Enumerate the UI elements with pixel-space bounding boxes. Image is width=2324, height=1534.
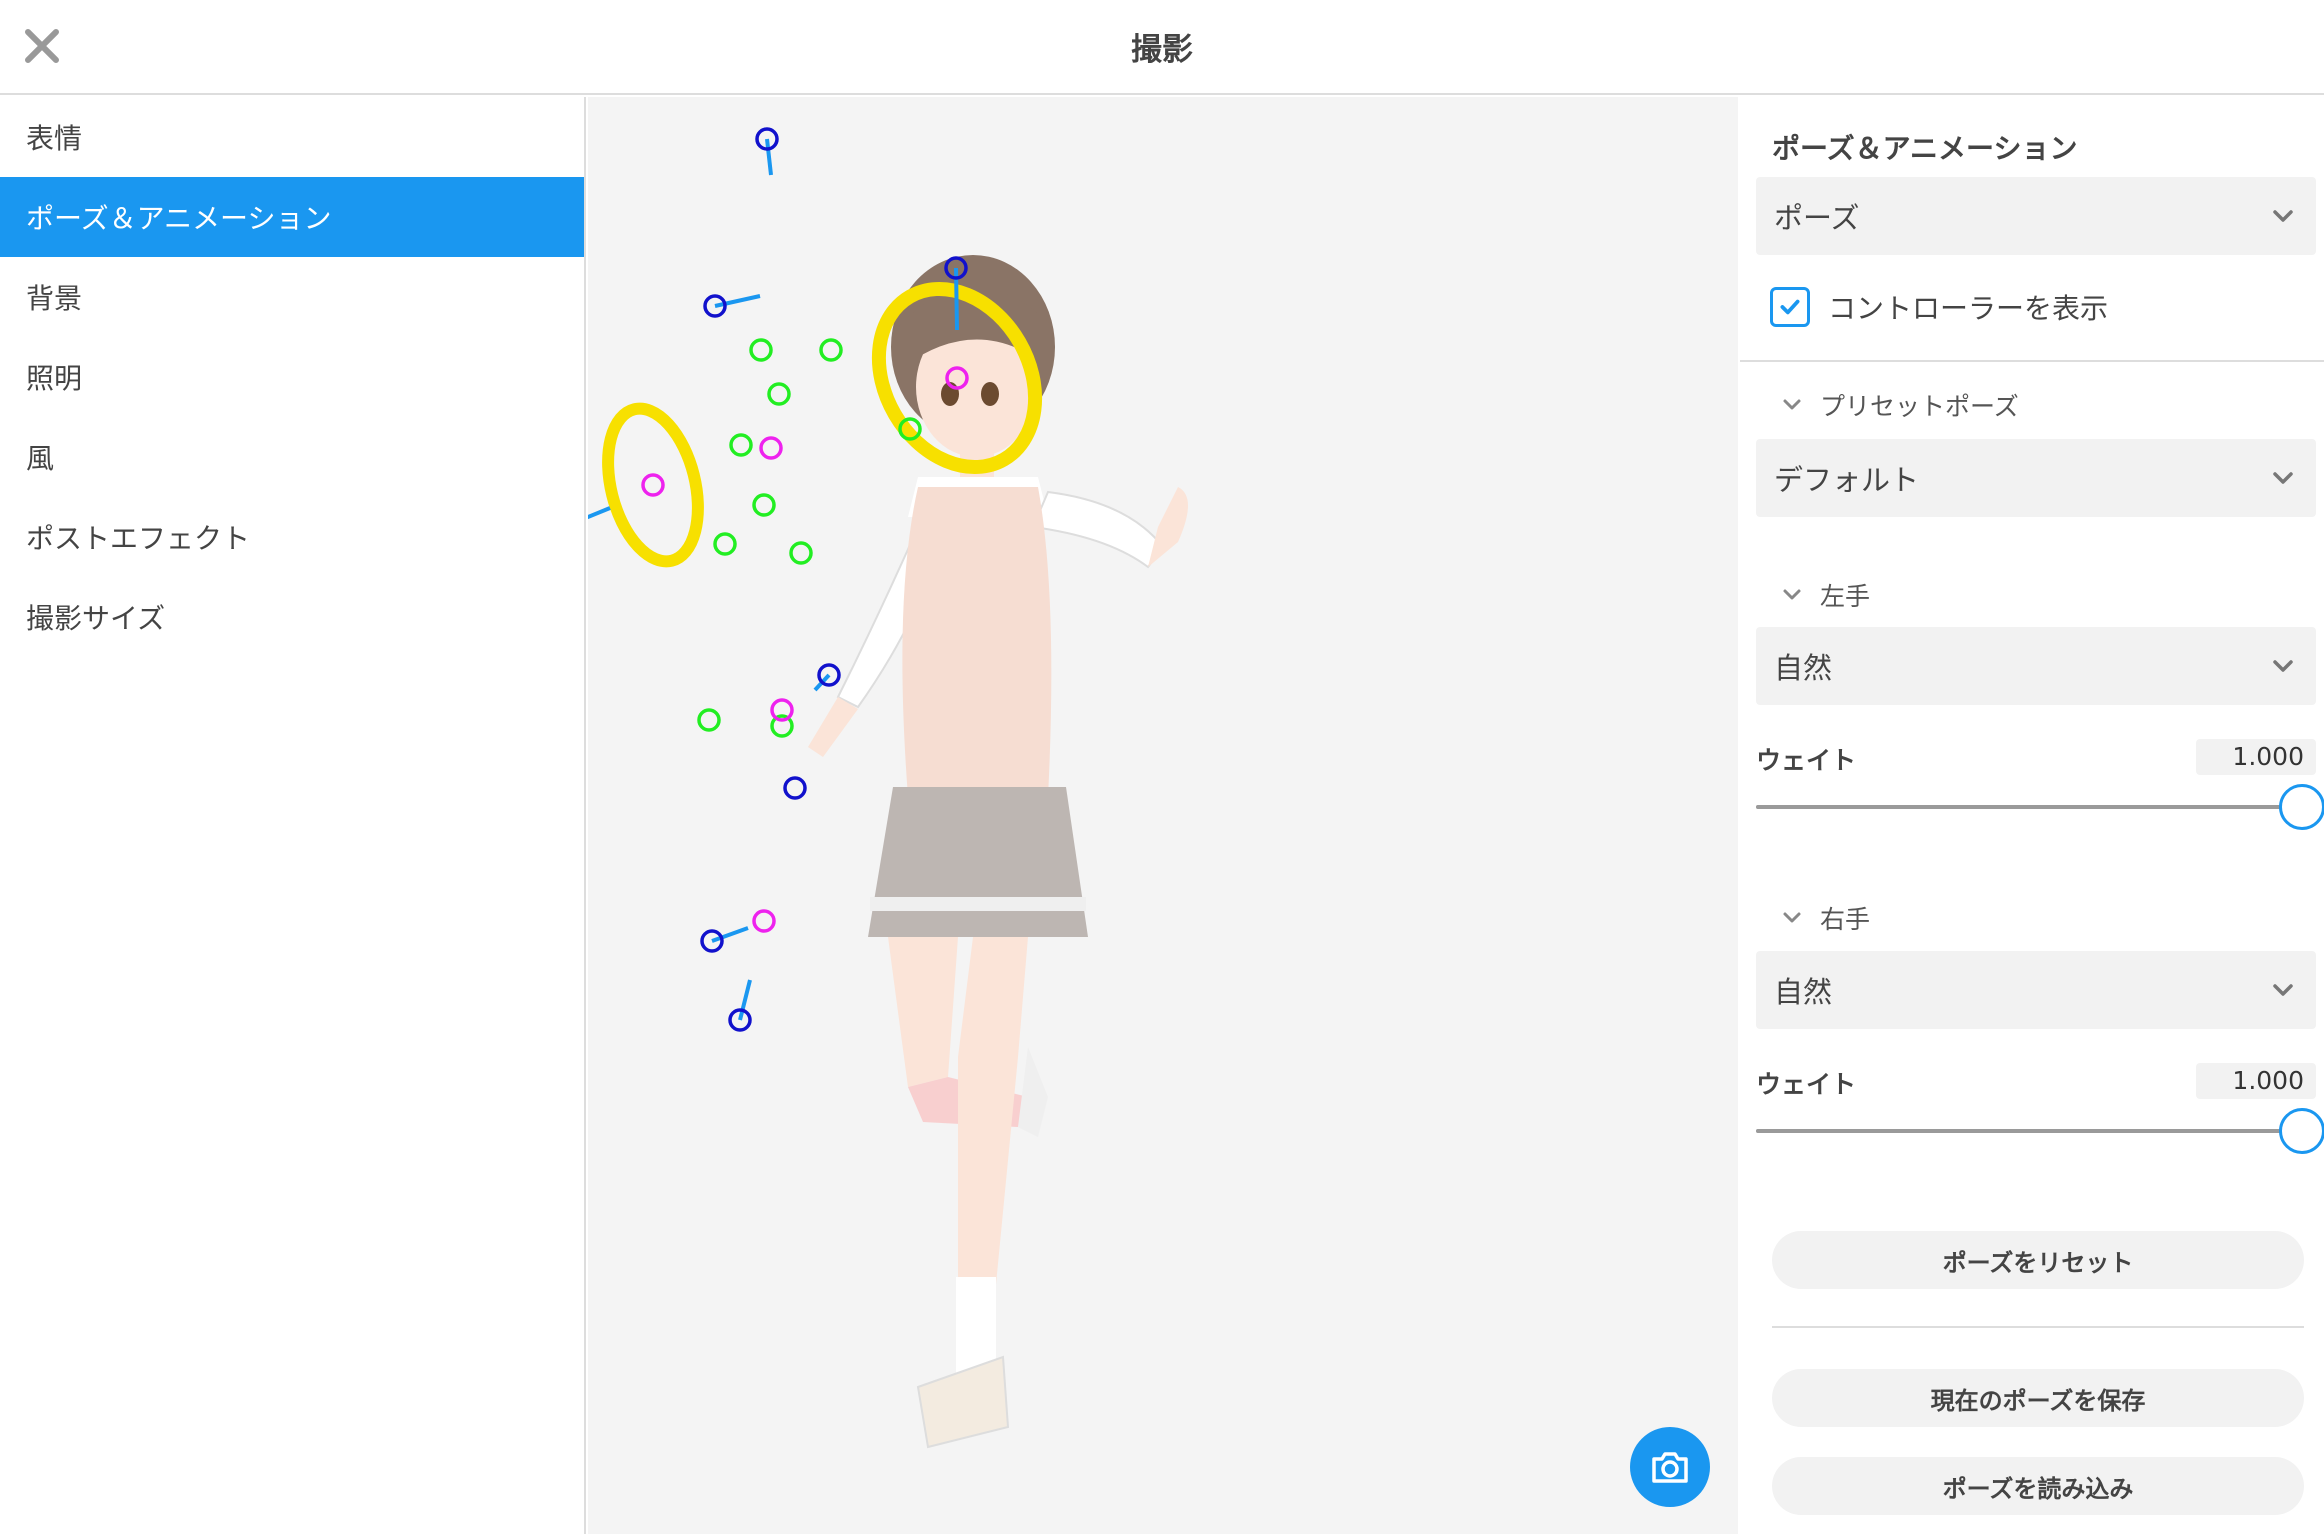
fk-shoulder-left[interactable] (749, 338, 773, 362)
mode-select[interactable]: ポーズ (1756, 177, 2316, 255)
camera-icon (1652, 1452, 1688, 1483)
chevron-down-icon (2273, 660, 2293, 672)
chevron-down-icon (1783, 589, 1801, 600)
right-hand-weight-fill (1756, 1129, 2302, 1133)
right-hand-section-toggle[interactable]: 右手 (1780, 900, 1870, 936)
capture-button[interactable] (1630, 1427, 1710, 1507)
right-hand-select[interactable]: 自然 (1756, 951, 2316, 1029)
fk-thigh-left[interactable] (713, 532, 737, 556)
left-hand-header: 左手 (1820, 582, 1871, 611)
pole-line (588, 506, 611, 520)
mode-select-value: ポーズ (1774, 201, 1860, 235)
sidebar-item-post-effect[interactable]: ポストエフェクト (0, 497, 584, 577)
preset-pose-section-toggle[interactable]: プリセットポーズ (1780, 387, 2019, 423)
chevron-down-icon (2273, 984, 2293, 996)
right-hand-header: 右手 (1820, 905, 1871, 934)
left-hand-select[interactable]: 自然 (1756, 627, 2316, 705)
pole-handle-right-shin[interactable] (783, 776, 807, 800)
chevron-down-icon (1783, 912, 1801, 923)
fk-knee-left[interactable] (697, 708, 721, 732)
fk-thigh-right[interactable] (789, 541, 813, 565)
left-hand-weight-thumb[interactable] (2279, 784, 2324, 830)
fk-hips[interactable] (752, 493, 776, 517)
load-pose-button[interactable]: ポーズを読み込み (1772, 1457, 2304, 1515)
sidebar: 表情 ポーズ＆アニメーション 背景 照明 風 ポストエフェクト 撮影サイズ (0, 97, 586, 1534)
panel-title: ポーズ＆アニメーション (1772, 132, 2078, 165)
fk-elbow-right[interactable] (898, 417, 922, 441)
left-hand-weight-label: ウェイト (1756, 746, 1857, 775)
3d-viewport[interactable] (588, 97, 1738, 1534)
right-hand-weight-thumb[interactable] (2279, 1108, 2324, 1154)
right-hand-weight-value[interactable]: 1.000 (2196, 1063, 2316, 1099)
preset-pose-value: デフォルト (1774, 463, 1920, 497)
reset-pose-button[interactable]: ポーズをリセット (1772, 1231, 2304, 1289)
pose-panel: ポーズ＆アニメーション ポーズ コントローラーを表示 プリセットポーズ デフォル… (1740, 97, 2324, 1534)
ik-hand-left[interactable] (641, 473, 665, 497)
right-hand-weight-label: ウェイト (1756, 1070, 1857, 1099)
left-hand-weight-value[interactable]: 1.000 (2196, 739, 2316, 775)
controller-set (588, 127, 969, 1032)
show-controller-checkbox[interactable]: コントローラーを表示 (1770, 287, 2108, 327)
buttons-divider (1772, 1326, 2304, 1328)
chevron-down-icon (1783, 399, 1801, 410)
fk-chest[interactable] (767, 382, 791, 406)
right-hand-weight-slider[interactable] (1756, 1108, 2324, 1154)
header-bar: 撮影 (0, 0, 2324, 95)
show-controller-label: コントローラーを表示 (1828, 292, 2109, 325)
page-title: 撮影 (1131, 32, 1193, 68)
preset-pose-select[interactable]: デフォルト (1756, 439, 2316, 517)
panel-divider (1740, 360, 2324, 362)
sidebar-item-wind[interactable]: 風 (0, 417, 584, 497)
preset-pose-header: プリセットポーズ (1820, 392, 2019, 421)
sidebar-item-expression[interactable]: 表情 (0, 97, 584, 177)
sidebar-item-lighting[interactable]: 照明 (0, 337, 584, 417)
sidebar-item-capture-size[interactable]: 撮影サイズ (0, 577, 584, 657)
ik-foot-left[interactable] (752, 909, 776, 933)
fk-shoulder-right[interactable] (819, 338, 843, 362)
pole-line (765, 138, 773, 176)
ik-hand-right[interactable] (945, 366, 969, 390)
fk-spine[interactable] (729, 433, 753, 457)
check-icon (1780, 299, 1800, 315)
chevron-down-icon (2273, 472, 2293, 484)
left-hand-value: 自然 (1774, 651, 1833, 685)
save-pose-button[interactable]: 現在のポーズを保存 (1772, 1369, 2304, 1427)
left-hand-section-toggle[interactable]: 左手 (1780, 577, 1870, 613)
left-hand-weight-fill (1756, 805, 2302, 809)
ik-body[interactable] (759, 436, 783, 460)
right-hand-value: 自然 (1774, 975, 1833, 1009)
chevron-down-icon (2273, 210, 2293, 222)
sidebar-item-background[interactable]: 背景 (0, 257, 584, 337)
left-hand-weight-slider[interactable] (1756, 784, 2324, 830)
checkbox-box[interactable] (1770, 287, 1810, 327)
sidebar-item-pose-animation[interactable]: ポーズ＆アニメーション (0, 177, 584, 257)
